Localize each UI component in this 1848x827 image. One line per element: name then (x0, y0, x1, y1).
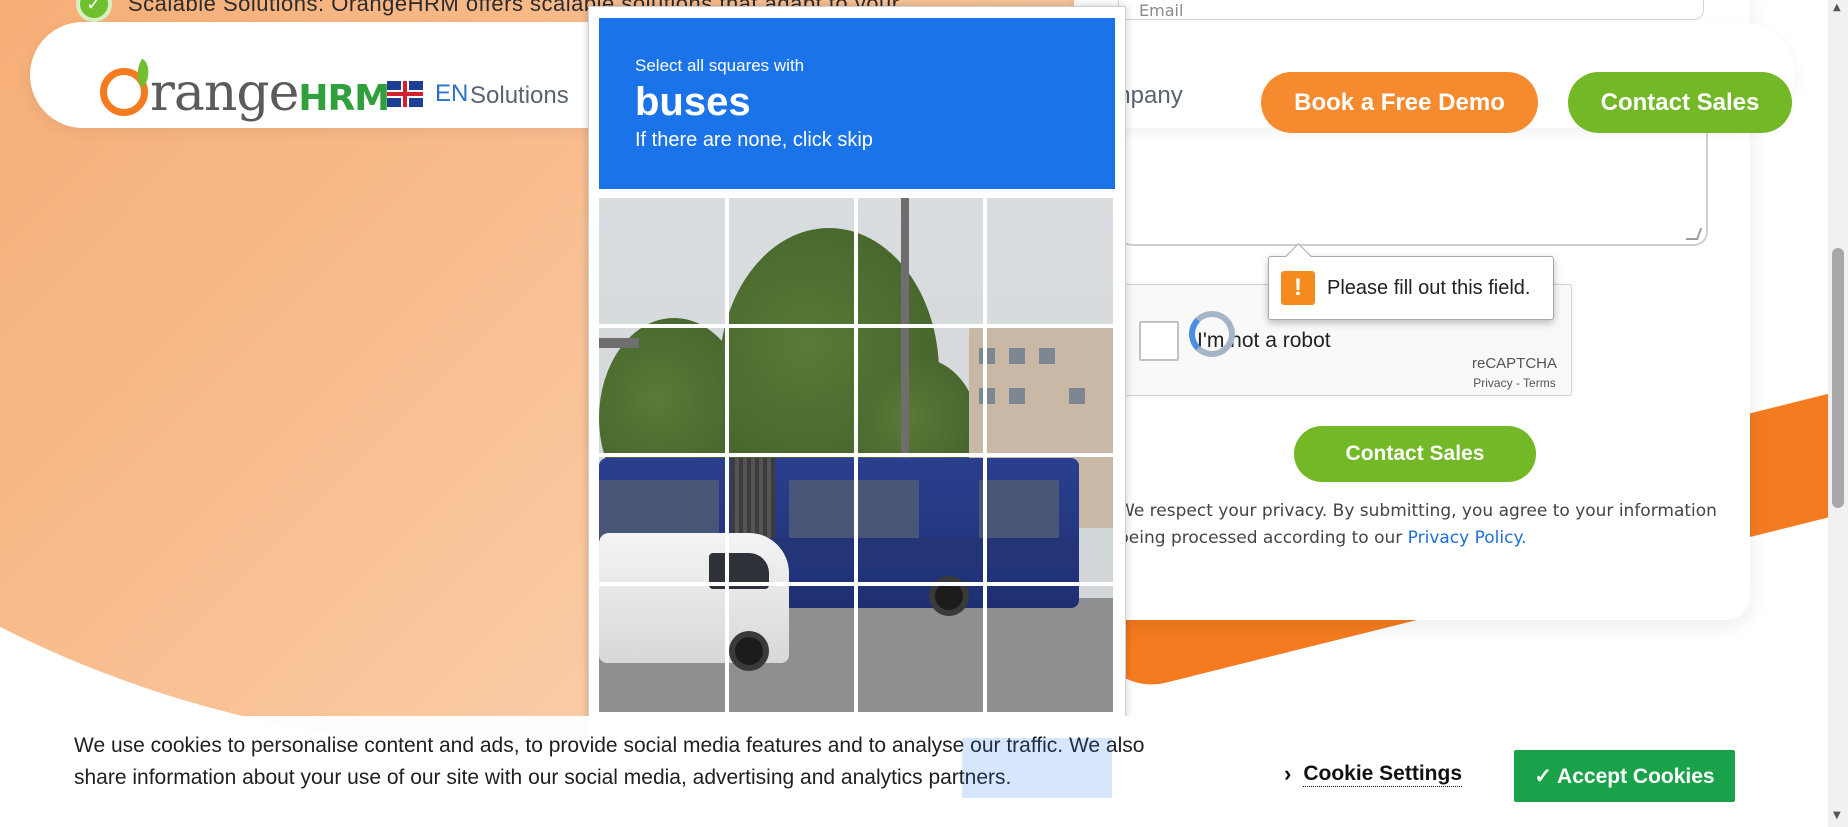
recaptcha-checkbox[interactable] (1139, 321, 1179, 361)
captcha-skip-hint: If there are none, click skip (635, 129, 873, 151)
contact-sales-button[interactable]: Contact Sales (1568, 72, 1792, 133)
logo-text: range (150, 63, 299, 123)
scrollbar[interactable]: ▲ ▼ (1828, 0, 1848, 827)
privacy-notice: We respect your privacy. By submitting, … (1118, 498, 1718, 552)
captcha-instruction: Select all squares with (635, 56, 805, 75)
resize-handle-icon[interactable] (1685, 228, 1703, 240)
recaptcha-brand: reCAPTCHA Privacy - Terms (1472, 355, 1557, 390)
warning-icon: ! (1281, 271, 1315, 305)
captcha-target: buses (635, 80, 751, 124)
logo-hrm: HRM (298, 78, 390, 119)
book-demo-button[interactable]: Book a Free Demo (1261, 72, 1538, 133)
language-selector[interactable]: EN (387, 80, 468, 108)
captcha-challenge: Select all squares with buses If there a… (588, 6, 1126, 814)
cookie-settings-button[interactable]: › Cookie Settings (1284, 761, 1463, 787)
recaptcha-privacy-terms[interactable]: Privacy - Terms (1472, 376, 1557, 390)
tooltip-text: Please fill out this field. (1327, 276, 1531, 299)
cookie-banner: We use cookies to personalise content an… (0, 716, 1848, 827)
privacy-policy-link[interactable]: Privacy Policy. (1408, 528, 1527, 548)
captcha-header: Select all squares with buses If there a… (599, 18, 1115, 189)
nav-solutions[interactable]: Solutions (470, 82, 569, 110)
recaptcha-brand-name: reCAPTCHA (1471, 355, 1557, 372)
chevron-right-icon: › (1284, 761, 1292, 786)
orangehrm-logo[interactable]: range HRM (100, 58, 390, 123)
orange-logo-icon (100, 58, 156, 116)
uk-flag-icon (387, 81, 423, 107)
scroll-up-icon[interactable]: ▲ (1833, 2, 1841, 13)
captcha-image (599, 198, 1113, 712)
recaptcha-logo-icon (1189, 311, 1235, 357)
captcha-skip-button[interactable] (962, 738, 1112, 798)
language-label: EN (435, 80, 469, 107)
accept-cookies-button[interactable]: ✓ Accept Cookies (1514, 750, 1735, 802)
validation-tooltip: ! Please fill out this field. (1268, 256, 1554, 320)
cookie-settings-label: Cookie Settings (1303, 761, 1463, 787)
scrollbar-thumb[interactable] (1832, 248, 1844, 508)
scroll-down-icon[interactable]: ▼ (1833, 810, 1841, 821)
contact-sales-submit-button[interactable]: Contact Sales (1294, 426, 1536, 482)
email-field[interactable]: Email (1118, 0, 1704, 20)
